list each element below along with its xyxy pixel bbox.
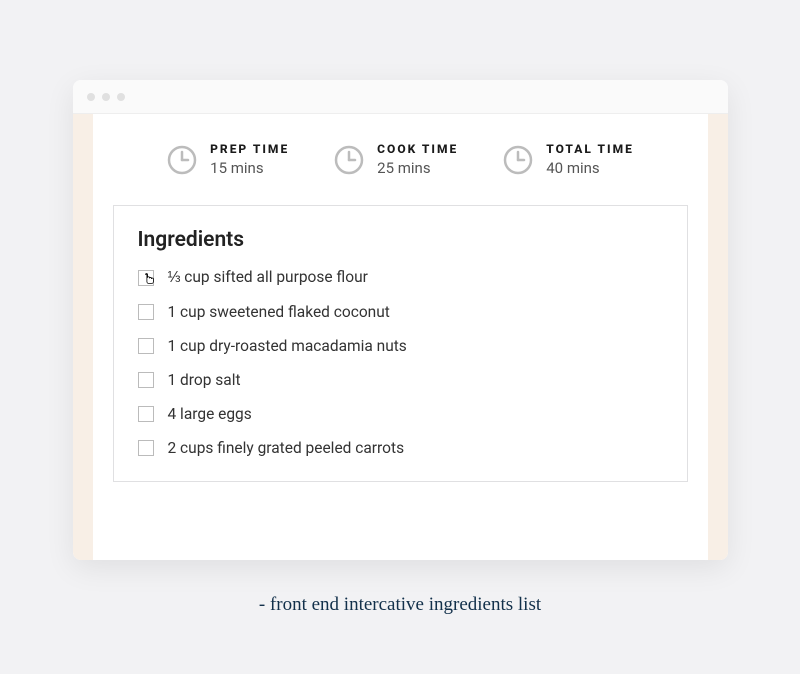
ingredient-checkbox[interactable] [138,338,154,354]
prep-time-value: 15 mins [210,159,289,177]
clock-icon [333,144,365,176]
browser-content: PREP TIME 15 mins COOK TIME 25 mins [73,114,728,560]
ingredient-text: 4 large eggs [168,405,252,423]
ingredient-checkbox[interactable] [138,440,154,456]
browser-window: PREP TIME 15 mins COOK TIME 25 mins [73,80,728,560]
ingredient-item: 1 drop salt [138,371,663,389]
ingredient-checkbox[interactable] [138,406,154,422]
ingredient-text: 2 cups finely grated peeled carrots [168,439,405,457]
caption-text: - front end intercative ingredients list [259,594,541,616]
ingredient-text: 1 cup dry-roasted macadamia nuts [168,337,407,355]
total-time-value: 40 mins [546,159,634,177]
window-control-dot[interactable] [117,93,125,101]
ingredients-heading: Ingredients [138,228,663,252]
ingredient-checkbox[interactable] [138,304,154,320]
recipe-times-row: PREP TIME 15 mins COOK TIME 25 mins [113,142,688,177]
ingredient-item: 2 cups finely grated peeled carrots [138,439,663,457]
ingredients-panel: Ingredients ⅓ cup sifted all purpose flo… [113,205,688,482]
ingredient-text: 1 cup sweetened flaked coconut [168,303,390,321]
ingredient-item: ⅓ cup sifted all purpose flour [138,268,663,287]
ingredient-checkbox[interactable] [138,270,154,286]
ingredient-text: ⅓ cup sifted all purpose flour [168,268,368,287]
ingredient-item: 4 large eggs [138,405,663,423]
ingredient-checkbox[interactable] [138,372,154,388]
ingredient-item: 1 cup dry-roasted macadamia nuts [138,337,663,355]
side-stripe-left [73,114,93,560]
ingredient-item: 1 cup sweetened flaked coconut [138,303,663,321]
total-time-block: TOTAL TIME 40 mins [502,142,634,177]
content-inner: PREP TIME 15 mins COOK TIME 25 mins [93,114,708,560]
clock-icon [502,144,534,176]
browser-titlebar [73,80,728,114]
window-control-dot[interactable] [87,93,95,101]
cook-time-block: COOK TIME 25 mins [333,142,458,177]
prep-time-block: PREP TIME 15 mins [166,142,289,177]
cook-time-label: COOK TIME [377,142,458,156]
total-time-label: TOTAL TIME [546,142,634,156]
ingredient-text: 1 drop salt [168,371,241,389]
window-control-dot[interactable] [102,93,110,101]
cook-time-value: 25 mins [377,159,458,177]
prep-time-label: PREP TIME [210,142,289,156]
clock-icon [166,144,198,176]
side-stripe-right [708,114,728,560]
